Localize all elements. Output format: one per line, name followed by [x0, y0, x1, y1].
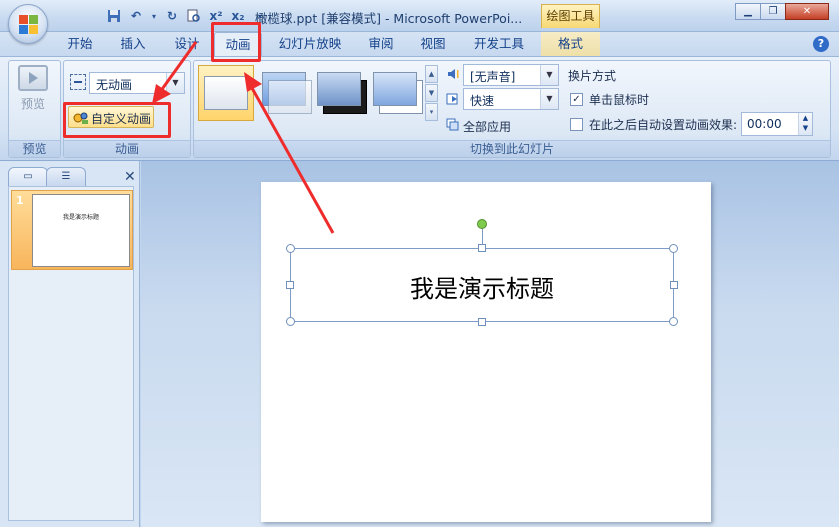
- gallery-scroll-up[interactable]: ▲: [425, 65, 438, 83]
- redo-icon[interactable]: ↻: [164, 8, 180, 24]
- apply-all-label: 全部应用: [463, 120, 512, 134]
- save-icon[interactable]: [106, 8, 122, 24]
- animation-group-label: 动画: [64, 140, 190, 157]
- transition-thumb: [373, 72, 417, 106]
- close-icon[interactable]: ✕: [124, 169, 136, 185]
- resize-handle-sw[interactable]: [286, 317, 295, 326]
- time-spinner[interactable]: ▲ ▼: [798, 113, 812, 135]
- transition-cut[interactable]: [369, 68, 423, 118]
- resize-handle-n[interactable]: [478, 244, 486, 252]
- title-bar: ↶ ▾ ↻ x² x₂ ▾ 橄榄球.ppt [兼容模式] - Microsoft…: [0, 0, 839, 44]
- rotation-connector: [482, 229, 483, 245]
- slide-thumbnail[interactable]: 我是演示标题: [32, 194, 130, 267]
- slide-number: 1: [16, 194, 24, 207]
- slide-thumbnail-title: 我是演示标题: [62, 214, 99, 221]
- transition-fade-through-black[interactable]: [313, 68, 367, 118]
- speed-dropdown[interactable]: 快速 ▼: [463, 88, 559, 110]
- help-icon[interactable]: ?: [813, 36, 829, 52]
- transition-fade-smoothly[interactable]: [258, 68, 312, 118]
- preview-button[interactable]: 预览: [9, 63, 57, 121]
- animate-dropdown[interactable]: 无动画 ▼: [89, 72, 185, 94]
- gallery-more[interactable]: ▾: [425, 103, 438, 121]
- chevron-down-icon[interactable]: ▼: [540, 89, 558, 109]
- resize-handle-se[interactable]: [669, 317, 678, 326]
- animate-icon: [70, 74, 86, 90]
- apply-all-icon: [446, 118, 459, 131]
- office-logo-icon: [19, 15, 38, 34]
- window-title: 橄榄球.ppt [兼容模式] - Microsoft PowerPoi...: [255, 11, 523, 26]
- auto-advance-checkbox[interactable]: [570, 118, 583, 131]
- minimize-button[interactable]: ▁: [735, 3, 761, 20]
- subscript-icon[interactable]: x₂: [230, 8, 246, 24]
- speed-dropdown-value: 快速: [470, 94, 495, 108]
- superscript-icon[interactable]: x²: [208, 8, 224, 24]
- tab-insert[interactable]: 插入: [111, 32, 155, 56]
- slides-list: 1 我是演示标题: [8, 186, 134, 521]
- office-button[interactable]: [8, 4, 48, 44]
- apply-all-button[interactable]: 全部应用: [446, 116, 546, 134]
- custom-animation-icon: [73, 112, 88, 124]
- resize-handle-e[interactable]: [670, 281, 678, 289]
- animate-dropdown-value: 无动画: [96, 78, 133, 92]
- undo-icon[interactable]: ↶: [128, 8, 144, 24]
- close-button[interactable]: ✕: [785, 3, 829, 20]
- tab-view[interactable]: 视图: [411, 32, 455, 56]
- advance-slide-title: 换片方式: [568, 69, 617, 83]
- sound-icon: [446, 67, 460, 81]
- sound-dropdown[interactable]: [无声音] ▼: [463, 64, 559, 86]
- chevron-down-icon[interactable]: ▼: [540, 65, 558, 85]
- slides-tab[interactable]: ▭: [8, 167, 48, 187]
- auto-advance-time-value: 00:00: [747, 117, 782, 131]
- ribbon-tabs: 开始 插入 设计 动画 幻灯片放映 审阅 视图 开发工具 格式: [0, 32, 839, 56]
- auto-advance-label: 在此之后自动设置动画效果:: [589, 118, 738, 132]
- tab-developer[interactable]: 开发工具: [465, 32, 533, 56]
- tab-home[interactable]: 开始: [58, 32, 102, 56]
- outline-tab[interactable]: ☰: [46, 167, 86, 187]
- restore-button[interactable]: ❐: [760, 3, 786, 20]
- custom-animation-button[interactable]: 自定义动画: [68, 106, 154, 128]
- on-click-label: 单击鼠标时: [589, 93, 650, 107]
- slides-pane: ▭ ☰ ✕ 1 我是演示标题: [0, 161, 140, 527]
- resize-handle-ne[interactable]: [669, 244, 678, 253]
- resize-handle-s[interactable]: [478, 318, 486, 326]
- transition-thumb: [317, 72, 361, 106]
- on-click-checkbox[interactable]: ✓: [570, 93, 583, 106]
- tab-format[interactable]: 格式: [541, 32, 600, 56]
- tab-review[interactable]: 审阅: [359, 32, 403, 56]
- window-controls: ▁ ❐ ✕: [735, 3, 829, 20]
- slide-title[interactable]: 我是演示标题: [291, 269, 673, 304]
- print-preview-icon[interactable]: [186, 8, 202, 24]
- transition-thumb: [268, 80, 312, 114]
- chevron-down-icon[interactable]: ▼: [166, 73, 184, 93]
- preview-button-label: 预览: [20, 97, 45, 111]
- tab-design[interactable]: 设计: [165, 32, 209, 56]
- title-placeholder[interactable]: 我是演示标题: [290, 248, 674, 322]
- gallery-scroll-down[interactable]: ▼: [425, 84, 438, 102]
- transition-no-transition[interactable]: [198, 65, 254, 121]
- drawing-tools-context-label: 绘图工具: [541, 4, 600, 28]
- tab-slideshow[interactable]: 幻灯片放映: [270, 32, 350, 56]
- quick-access-toolbar: ↶ ▾ ↻ x² x₂ ▾: [56, 6, 268, 26]
- sound-dropdown-value: [无声音]: [470, 70, 516, 84]
- preview-group: 预览 预览: [8, 60, 61, 158]
- slide-canvas[interactable]: [261, 182, 711, 522]
- resize-handle-w[interactable]: [286, 281, 294, 289]
- transition-thumb: [204, 76, 248, 110]
- transition-group-label: 切换到此幻灯片: [194, 140, 830, 157]
- speed-icon: [446, 92, 460, 106]
- pane-tabs: ▭ ☰ ✕: [8, 167, 136, 187]
- tab-animations[interactable]: 动画: [214, 32, 262, 56]
- undo-dropdown-icon[interactable]: ▾: [150, 8, 158, 24]
- resize-handle-nw[interactable]: [286, 244, 295, 253]
- slide-thumbnail-selected[interactable]: 1 我是演示标题: [11, 190, 133, 270]
- auto-advance-time-input[interactable]: 00:00 ▲ ▼: [741, 112, 813, 136]
- preview-group-label: 预览: [9, 140, 60, 157]
- preview-icon: [18, 65, 48, 91]
- rotation-handle[interactable]: [477, 219, 487, 229]
- custom-animation-label: 自定义动画: [91, 112, 152, 126]
